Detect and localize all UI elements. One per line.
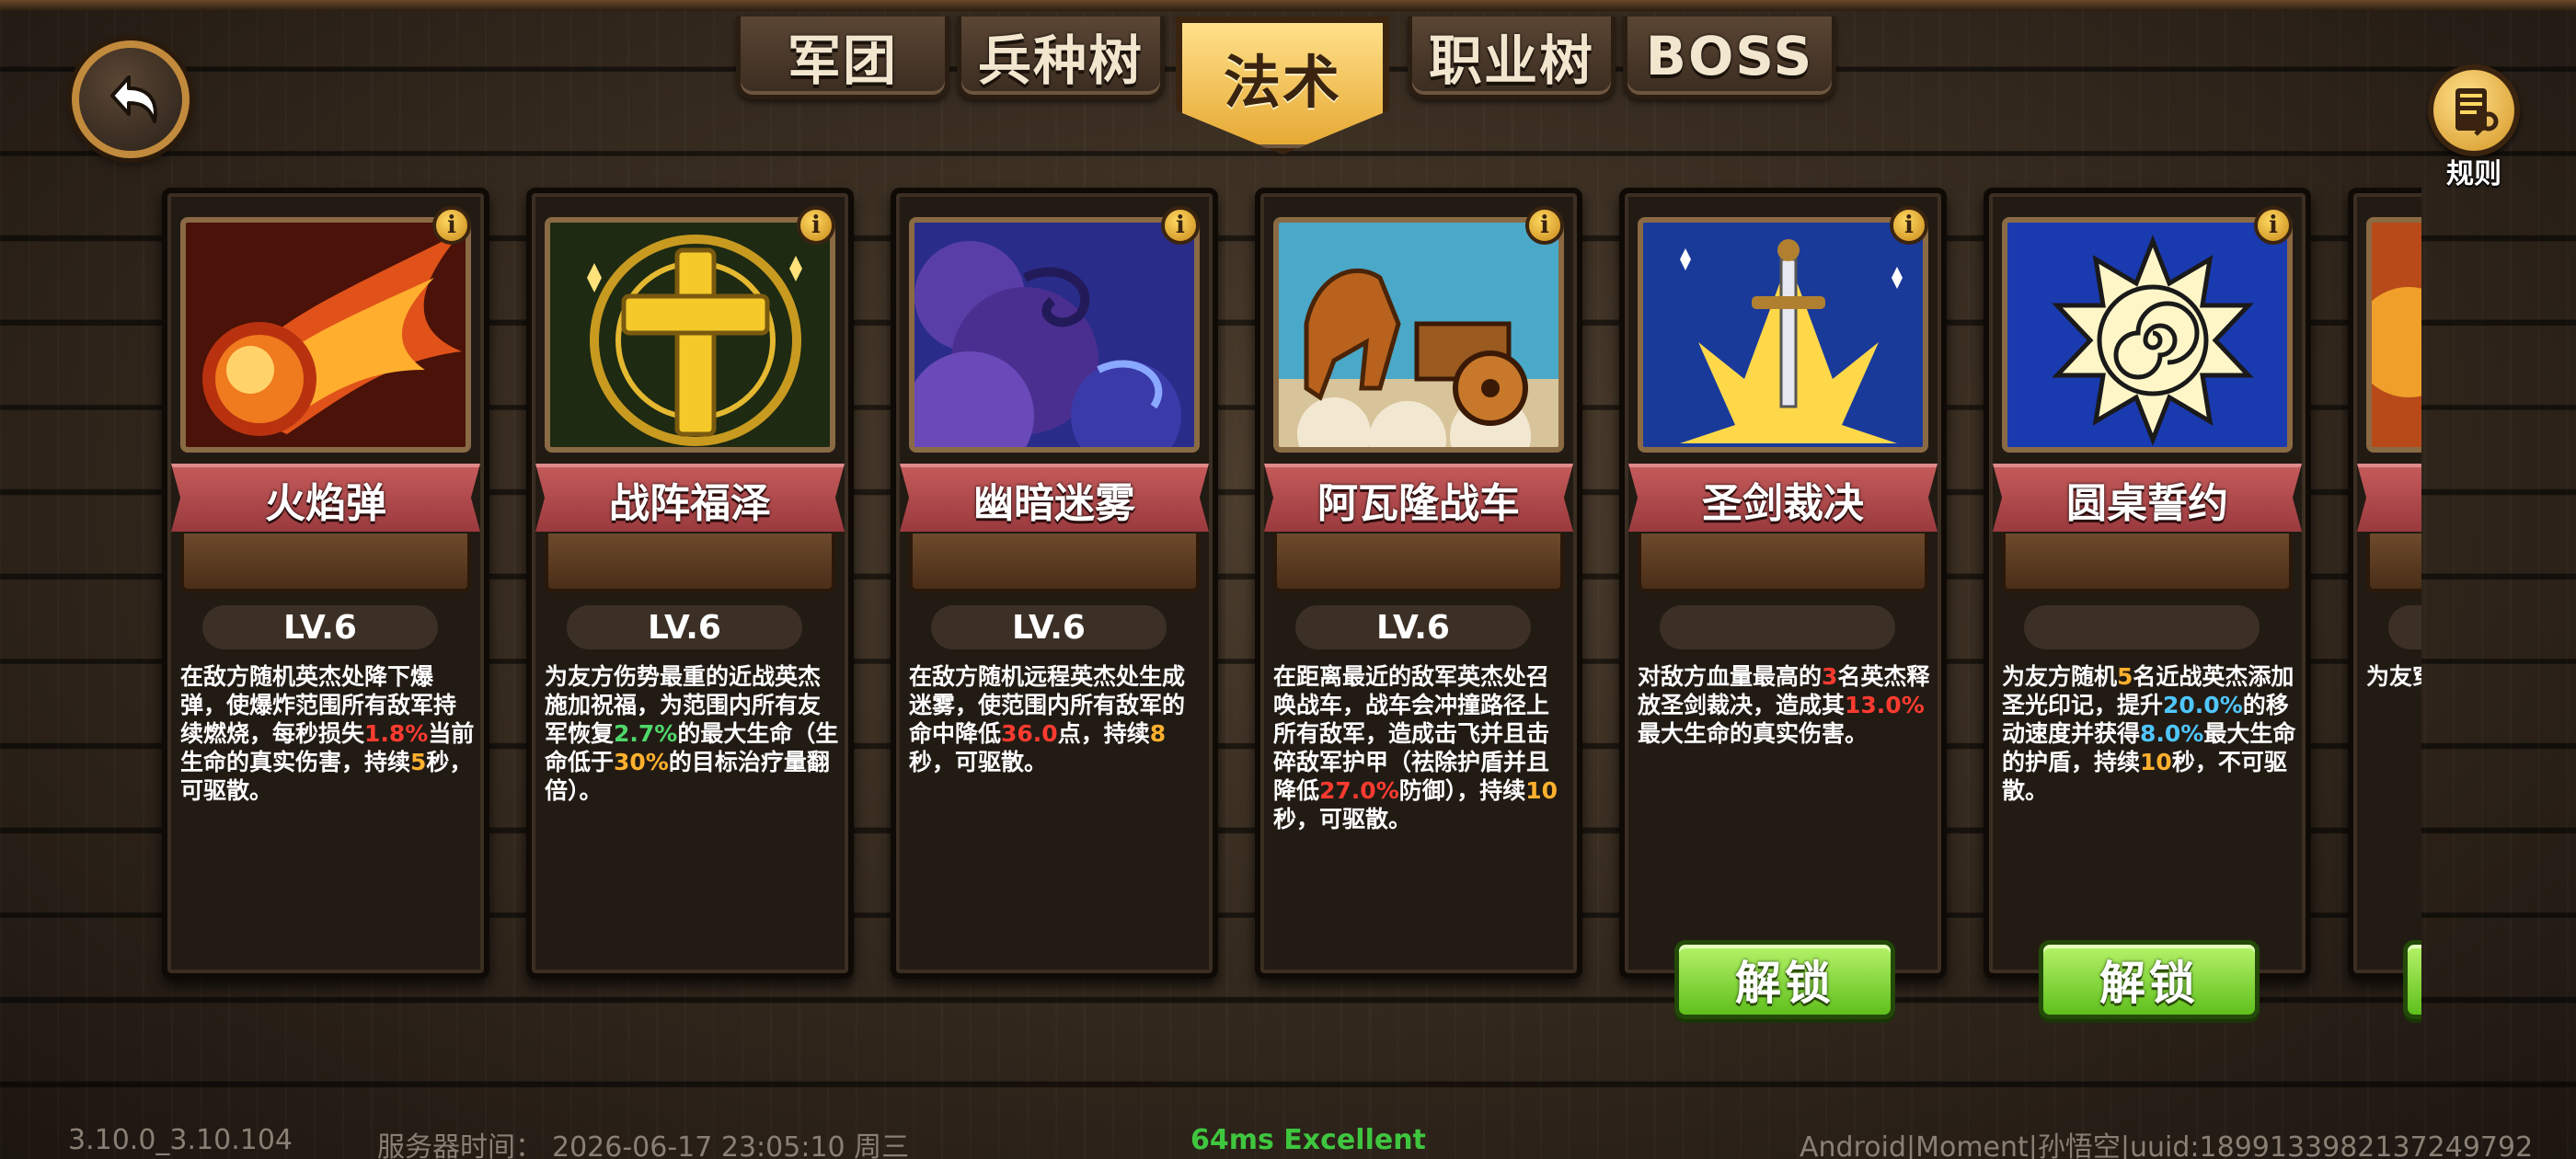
spell-description: 对敌方血量最高的3名英杰释放圣剑裁决，造成其13.0%最大生命的真实伤害。 [1638,662,1934,748]
rules-button[interactable]: 规则 [2423,64,2524,191]
spell-level [2024,605,2260,649]
spell-art [1273,217,1564,453]
description-segment: 穿戴 [2412,663,2421,690]
fireball-icon [186,223,466,447]
info-icon[interactable]: i [1525,206,1564,245]
spell-card[interactable]: i 火焰弹 LV.6 在敌方随机英杰处降下爆弹，使爆炸范围所有敌军持续燃烧，每秒损失1… [162,188,489,979]
spell-name: 火焰弹 [171,464,480,532]
spell-card[interactable]: i 幽暗迷雾 LV.6 在敌方随机远程英杰处生成迷雾，使范围内所有敌军的命中降低36.… [891,188,1218,979]
description-segment: 2.7% [614,720,678,747]
spell-card[interactable]: - 为友穿戴围内2秒， [2348,188,2421,979]
info-icon[interactable]: i [1890,206,1928,245]
spell-description: 在敌方随机远程英杰处生成迷雾，使范围内所有敌军的命中降低36.0点，持续8秒，可… [909,662,1205,776]
spell-art [1638,217,1928,453]
spell-name: 战阵福泽 [535,464,845,532]
info-icon[interactable]: i [797,206,835,245]
spell-level: LV.6 [931,605,1167,649]
description-segment: 5 [2117,663,2133,690]
card-shelf [909,534,1200,592]
description-segment: 5 [410,749,427,775]
version-text: 3.10.0_3.10.104 [68,1124,293,1156]
spell-art [2002,217,2293,453]
unlock-button[interactable]: 解锁 [1674,940,1895,1019]
chariot-icon [1279,223,1558,447]
description-segment: 秒，可驱散。 [1273,806,1412,832]
info-icon[interactable]: i [2254,206,2293,245]
spell-card[interactable]: i 圆桌誓约为友方随机5名近战英杰添加圣光印记，提升20.0%的移动速度并获得8.… [1984,188,2311,979]
holy-cross-icon [550,223,830,447]
card-shelf [1273,534,1564,592]
partial-card [2372,223,2421,447]
spell-name: - [2357,464,2421,532]
spell-card[interactable]: i 战阵福泽 LV.6 为友方伤势最重的近战英杰施加祝福，为范围内所有友军恢复2.7%… [526,188,854,979]
description-segment: 1.8% [364,720,429,747]
device-info: Android|Moment|孙悟空|uuid:1899133982137249… [1800,1131,2534,1159]
spell-description: 在敌方随机英杰处降下爆弹，使爆炸范围所有敌军持续燃烧，每秒损失1.8%当前生命的… [180,662,477,805]
description-segment: 为友 [2366,663,2413,690]
dark-mist-icon [914,223,1194,447]
spell-level [1660,605,1895,649]
description-segment: 10 [2140,749,2172,775]
spell-description: 为友方随机5名近战英杰添加圣光印记，提升20.0%的移动速度并获得8.0%最大生… [2002,662,2298,805]
description-segment: 8 [1149,720,1167,747]
spell-level: LV.6 [202,605,438,649]
spell-art [2366,217,2421,453]
spell-description: 为友穿戴围内2秒， [2366,662,2421,691]
description-segment: 为友方随机 [2002,663,2118,690]
spell-card-list[interactable]: i 火焰弹 LV.6 在敌方随机英杰处降下爆弹，使爆炸范围所有敌军持续燃烧，每秒损失1… [0,0,2421,1159]
card-shelf [2366,534,2421,592]
card-shelf [180,534,471,592]
spell-description: 在距离最近的敌军英杰处召唤战车，战车会冲撞路径上所有敌军，造成击飞并且击碎敌军护… [1273,662,1570,833]
description-segment: 3 [1822,663,1838,690]
description-segment: 20.0% [2163,692,2243,718]
status-bar: 3.10.0_3.10.104 服务器时间： 2026-06-17 23:05:… [0,1124,2576,1159]
description-segment: 13.0% [1845,692,1925,718]
spell-art [909,217,1200,453]
spell-level: LV.6 [1295,605,1531,649]
description-segment: 30% [614,749,669,775]
description-segment: 10 [1525,777,1558,804]
card-shelf [1638,534,1928,592]
spell-level: LV.6 [567,605,802,649]
info-icon[interactable]: i [432,206,471,245]
spell-art [545,217,835,453]
spell-card[interactable]: i 阿瓦隆战车 LV.6 在距离最近的敌军英杰处召唤战车，战车会冲撞路径上所有敌军，造… [1255,188,1582,979]
spell-description: 为友方伤势最重的近战英杰施加祝福，为范围内所有友军恢复2.7%的最大生命（生命低… [545,662,841,805]
rules-book-icon [2428,64,2520,156]
description-segment: 8.0% [2140,720,2204,747]
description-segment: 点，持续 [1057,720,1150,747]
card-shelf [2002,534,2293,592]
unlock-button[interactable]: 解锁 [2039,940,2260,1019]
description-segment: 27.0% [1319,777,1399,804]
spell-card[interactable]: i 圣剑裁决对敌方血量最高的3名英杰释放圣剑裁决，造成其13.0%最大生命的真实伤… [1619,188,1947,979]
sun-spiral-icon [2007,223,2287,447]
server-time-label: 服务器时间： [377,1131,543,1159]
spell-name: 阿瓦隆战车 [1264,464,1573,532]
unlock-button[interactable] [2403,940,2421,1019]
spell-level [2388,605,2421,649]
holy-sword-icon [1643,223,1923,447]
spell-name: 圣剑裁决 [1628,464,1938,532]
spell-name: 幽暗迷雾 [900,464,1209,532]
description-segment: 最大生命的真实伤害。 [1638,720,1869,747]
spell-name: 圆桌誓约 [1993,464,2302,532]
rules-label: 规则 [2446,158,2501,190]
description-segment: 36.0 [1001,720,1058,747]
card-shelf [545,534,835,592]
ping-indicator: 64ms Excellent [1190,1124,1426,1156]
description-segment: 秒，可驱散。 [909,749,1048,775]
description-segment: 防御），持续 [1398,777,1526,804]
info-icon[interactable]: i [1161,206,1200,245]
description-segment: 对敌方血量最高的 [1638,663,1823,690]
server-time: 2026-06-17 23:05:10 周三 [552,1131,910,1159]
spell-art [180,217,471,453]
